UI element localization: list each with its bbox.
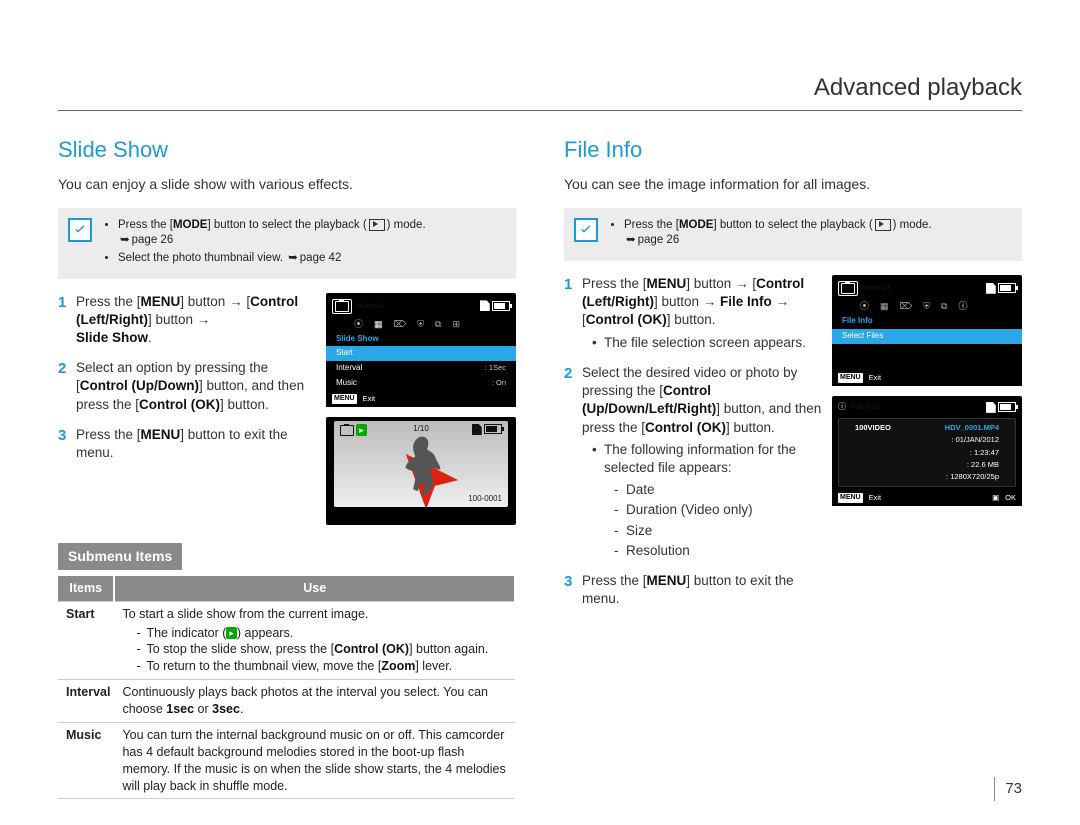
check-icon [574, 218, 598, 242]
lcd-slide-show-preview: ▸ 1/10 100-0001 [326, 417, 516, 525]
file-info-heading: File Info [564, 135, 1022, 165]
lcd-file-info-detail: ⓘ File Info 100VIDEOHDV_0001.MP4 Date: 0… [832, 396, 1022, 506]
submenu-table: ItemsUse Start To start a slide show fro… [58, 576, 516, 800]
submenu-heading: Submenu Items [58, 543, 182, 570]
lcd-slide-show-menu: Normal ⦿▦⌦⛨⧉⊞ Slide Show Start Interval:… [326, 293, 516, 407]
manual-page: Advanced playback Slide Show You can enj… [0, 0, 1080, 825]
note-box: Press the [MODE] button to select the pl… [564, 208, 1022, 261]
left-column: Slide Show You can enjoy a slide show wi… [58, 111, 540, 799]
file-info-intro: You can see the image information for al… [564, 175, 1022, 194]
note-box: Press the [MODE] button to select the pl… [58, 208, 516, 279]
page-number: 73 [994, 777, 1022, 801]
silhouette-icon [389, 429, 459, 501]
slide-show-steps: Press the [MENU] button → [Control (Left… [58, 293, 316, 463]
play-indicator-icon: ▸ [356, 424, 367, 436]
slide-show-heading: Slide Show [58, 135, 516, 165]
file-info-steps: Press the [MENU] button → [Control (Left… [564, 275, 822, 609]
playback-mode-icon [369, 219, 385, 231]
page-header: Advanced playback [58, 0, 1022, 111]
playback-mode-icon [875, 219, 891, 231]
right-column: File Info You can see the image informat… [540, 111, 1022, 799]
slide-show-intro: You can enjoy a slide show with various … [58, 175, 516, 194]
note-text: Press the [MODE] button to select the pl… [102, 218, 426, 269]
play-indicator-icon: ▸ [226, 627, 237, 639]
header-title: Advanced playback [58, 72, 1022, 110]
check-icon [68, 218, 92, 242]
lcd-file-info-menu: Normal ⦿▦⌦⛨⧉ⓘ File Info Select Files MEN… [832, 275, 1022, 386]
